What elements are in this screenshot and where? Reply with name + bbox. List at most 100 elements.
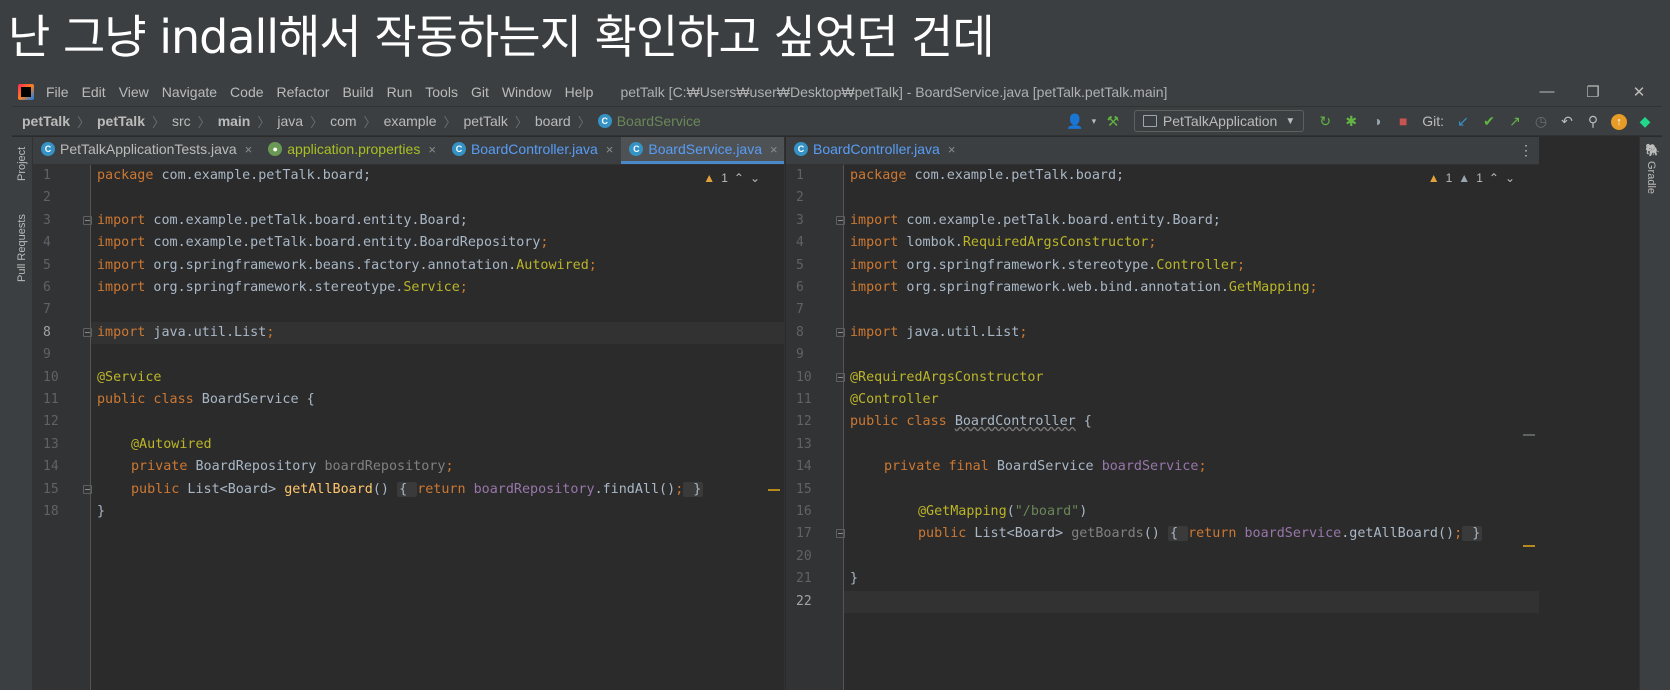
code-editor-left[interactable]: ▲ 1 ⌃ ⌄ 1 package com.example.petTalk.boa… <box>33 165 784 690</box>
fold-toggle-icon[interactable] <box>836 327 845 337</box>
restore-button[interactable]: ❐ <box>1570 83 1616 101</box>
minimize-button[interactable]: — <box>1524 83 1570 101</box>
fold-toggle-icon[interactable] <box>83 327 92 337</box>
breadcrumb-separator-icon: 〉 <box>577 114 591 130</box>
warning-stripe-marker[interactable] <box>1523 545 1535 547</box>
line-number: 7 <box>43 302 51 318</box>
tab-board-controller-right[interactable]: C BoardController.java × <box>786 137 964 164</box>
breadcrumb-item[interactable]: petTalk <box>97 113 145 129</box>
close-icon[interactable]: × <box>245 142 253 157</box>
breadcrumb-item[interactable]: main <box>218 113 251 129</box>
fold-toggle-icon[interactable] <box>83 215 92 225</box>
update-available-icon[interactable]: ↑ <box>1606 112 1632 130</box>
menu-edit[interactable]: Edit <box>82 84 106 100</box>
breadcrumb-item-current[interactable]: C BoardService <box>597 113 701 129</box>
fold-toggle-icon[interactable] <box>83 484 92 494</box>
breadcrumb-item[interactable]: java <box>277 113 303 129</box>
search-icon[interactable]: ⚲ <box>1580 113 1606 130</box>
line-number: 14 <box>796 459 812 475</box>
folded-region[interactable]: } <box>1462 526 1483 542</box>
build-hammer-icon[interactable]: ⚒ <box>1100 113 1126 130</box>
menu-help[interactable]: Help <box>565 84 594 100</box>
breadcrumb-item[interactable]: example <box>384 113 437 129</box>
keyword: package <box>97 168 154 183</box>
user-icon[interactable]: 👤 <box>1062 113 1088 130</box>
folded-region[interactable]: } <box>683 481 704 497</box>
line-number: 8 <box>796 324 804 340</box>
debug-bug-icon[interactable]: ✱ <box>1338 113 1364 130</box>
fold-toggle-icon[interactable] <box>836 215 845 225</box>
menu-refactor[interactable]: Refactor <box>277 84 330 100</box>
stop-icon[interactable]: ■ <box>1390 113 1416 129</box>
menu-navigate[interactable]: Navigate <box>162 84 217 100</box>
right-tool-strip: 🐘 Gradle <box>1639 137 1662 690</box>
folded-region[interactable]: { <box>1167 526 1189 542</box>
jetbrains-logo-icon[interactable]: ◆ <box>1632 113 1658 130</box>
menu-code[interactable]: Code <box>230 84 263 100</box>
fold-toggle-icon[interactable] <box>836 529 845 539</box>
annotation-name: Autowired <box>516 257 589 273</box>
line-number: 13 <box>796 436 812 452</box>
git-update-icon[interactable]: ↙ <box>1450 113 1476 130</box>
project-tool-tab[interactable]: Project <box>16 147 28 181</box>
breadcrumb-item[interactable]: src <box>172 113 191 129</box>
code-line: 9 <box>43 344 784 366</box>
menu-window[interactable]: Window <box>502 84 552 100</box>
close-icon[interactable]: × <box>428 142 436 157</box>
line-number: 21 <box>796 571 812 587</box>
folded-region[interactable]: { <box>397 481 418 497</box>
breadcrumb-item[interactable]: petTalk <box>22 113 70 129</box>
code-line: 3 import com.example.petTalk.board.entity… <box>43 210 784 232</box>
rerun-icon[interactable]: ↻ <box>1312 113 1338 130</box>
stripe-marker[interactable] <box>1523 434 1535 436</box>
close-icon[interactable]: × <box>770 142 778 157</box>
close-button[interactable]: ✕ <box>1616 83 1662 101</box>
menu-run[interactable]: Run <box>387 84 413 100</box>
code-line: 12 public class BoardController { <box>796 411 1539 433</box>
editor-tabs-right: C BoardController.java × ⋮ <box>786 137 1539 165</box>
tab-board-service[interactable]: C BoardService.java × <box>621 137 784 164</box>
menu-view[interactable]: View <box>119 84 149 100</box>
pull-requests-tool-tab[interactable]: Pull Requests <box>16 214 28 282</box>
close-icon[interactable]: × <box>606 142 614 157</box>
menu-build[interactable]: Build <box>342 84 373 100</box>
line-number: 4 <box>796 235 804 251</box>
menu-tools[interactable]: Tools <box>425 84 458 100</box>
title-bar: File Edit View Navigate Code Refactor Bu… <box>12 78 1662 106</box>
git-commit-icon[interactable]: ✔ <box>1476 113 1502 130</box>
code-line: 1 package com.example.petTalk.board; <box>796 165 1539 187</box>
breadcrumb-item[interactable]: com <box>330 113 356 129</box>
code-text: BoardRepository <box>419 235 541 251</box>
tab-pettalk-application-tests[interactable]: C PetTalkApplicationTests.java × <box>33 137 260 164</box>
keyword: private <box>131 459 188 475</box>
line-number: 18 <box>43 504 59 519</box>
code-editor-right[interactable]: ▲ 1 ▲ 1 ⌃ ⌄ 1 package com.example.petTalk… <box>786 165 1539 690</box>
code-text: () <box>372 481 398 497</box>
annotation: @Controller <box>850 392 939 407</box>
chevron-down-icon[interactable]: ▾ <box>1088 116 1100 127</box>
rollback-icon[interactable]: ↶ <box>1554 113 1580 130</box>
fold-toggle-icon[interactable] <box>836 372 845 382</box>
history-clock-icon[interactable]: ◷ <box>1528 113 1554 130</box>
code-area[interactable]: ▲ 1 ▲ 1 ⌃ ⌄ 1 package com.example.petTalk… <box>796 165 1539 690</box>
breadcrumb-item[interactable]: petTalk <box>464 113 508 129</box>
menu-file[interactable]: File <box>46 84 69 100</box>
git-push-icon[interactable]: ↗ <box>1502 113 1528 130</box>
tab-board-controller[interactable]: C BoardController.java × <box>444 137 621 164</box>
more-options-icon[interactable]: ⋮ <box>1519 142 1533 159</box>
code-area[interactable]: ▲ 1 ⌃ ⌄ 1 package com.example.petTalk.boa… <box>43 165 784 690</box>
run-configuration-select[interactable]: PetTalkApplication ▼ <box>1133 110 1305 132</box>
class-icon: C <box>597 114 612 128</box>
code-line: 16 @GetMapping("/board") <box>796 501 1539 523</box>
warning-stripe-marker[interactable] <box>768 489 780 491</box>
close-icon[interactable]: × <box>948 142 956 157</box>
punctuation: ; <box>1198 459 1207 475</box>
annotation: @Autowired <box>131 436 212 452</box>
tab-application-properties[interactable]: ● application.properties × <box>260 137 444 164</box>
line-number: 11 <box>796 392 812 407</box>
menu-git[interactable]: Git <box>471 84 489 100</box>
coverage-icon[interactable]: ◑ <box>1364 113 1390 129</box>
gradle-tool-tab[interactable]: Gradle <box>1645 161 1657 194</box>
gradle-elephant-icon[interactable]: 🐘 <box>1645 143 1660 157</box>
breadcrumb-item[interactable]: board <box>535 113 571 129</box>
